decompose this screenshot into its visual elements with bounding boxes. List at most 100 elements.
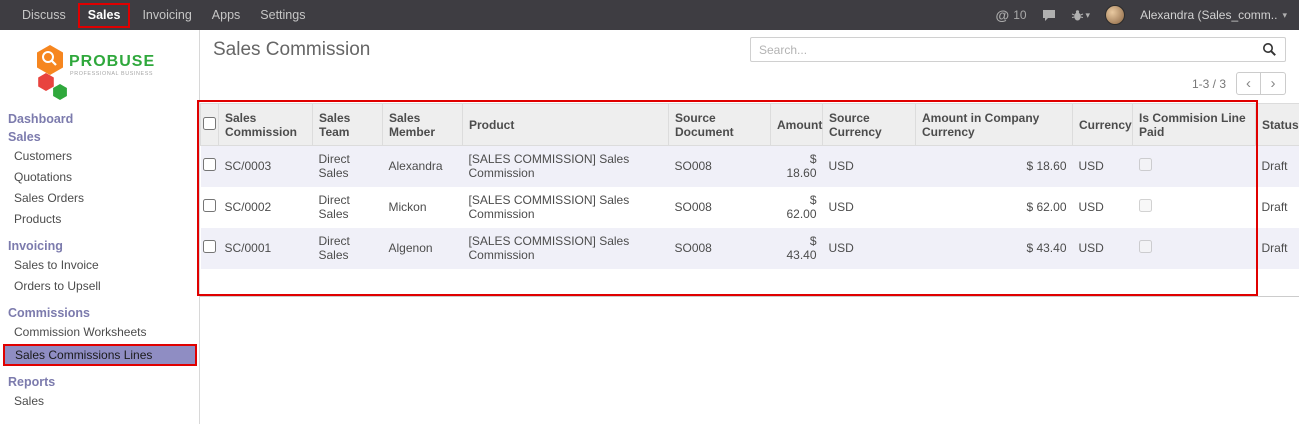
row-select-checkbox[interactable] — [203, 240, 216, 253]
search-icon[interactable] — [1258, 42, 1285, 57]
activity-counter[interactable]: @ 10 — [996, 7, 1027, 23]
logo-hexagon-green — [53, 84, 67, 100]
select-all-checkbox[interactable] — [203, 117, 216, 130]
column-header-paid[interactable]: Is Commision Line Paid — [1133, 104, 1256, 146]
top-menu-settings[interactable]: Settings — [250, 0, 315, 30]
cell-commission: SC/0001 — [219, 228, 313, 269]
commission-table: Sales CommissionSales TeamSales MemberPr… — [200, 103, 1299, 269]
top-menu-invoicing[interactable]: Invoicing — [132, 0, 201, 30]
user-avatar[interactable] — [1105, 5, 1125, 25]
chat-bubble-icon — [1042, 9, 1056, 22]
user-name: Alexandra (Sales_comm.. — [1140, 8, 1277, 22]
column-header-source_document[interactable]: Source Document — [669, 104, 771, 146]
cell-source_currency: USD — [823, 146, 916, 187]
sidebar: PROBUSE PROFESSIONAL BUSINESS DashboardS… — [0, 30, 200, 424]
select-all-header-cell — [201, 104, 219, 146]
cell-product: [SALES COMMISSION] Sales Commission — [463, 228, 669, 269]
topbar-menus: DiscussSalesInvoicingAppsSettings — [0, 0, 315, 30]
sidebar-nav: DashboardSalesCustomersQuotationsSales O… — [0, 110, 199, 412]
sidebar-item-products[interactable]: Products — [0, 209, 199, 230]
sidebar-item-sales[interactable]: Sales — [0, 128, 199, 146]
cell-currency: USD — [1073, 187, 1133, 228]
cell-amount_company: $ 43.40 — [916, 228, 1073, 269]
column-header-amount_company[interactable]: Amount in Company Currency — [916, 104, 1073, 146]
cell-commission: SC/0002 — [219, 187, 313, 228]
column-header-currency[interactable]: Currency — [1073, 104, 1133, 146]
cell-commission: SC/0003 — [219, 146, 313, 187]
table-header-row: Sales CommissionSales TeamSales MemberPr… — [201, 104, 1299, 146]
sidebar-item-sales-to-invoice[interactable]: Sales to Invoice — [0, 255, 199, 276]
page-title: Sales Commission — [213, 39, 370, 61]
column-header-source_currency[interactable]: Source Currency — [823, 104, 916, 146]
cell-member: Alexandra — [383, 146, 463, 187]
search-box — [750, 37, 1286, 62]
top-menu-sales[interactable]: Sales — [78, 3, 131, 28]
pager-next-button[interactable]: › — [1261, 72, 1286, 95]
column-header-commission[interactable]: Sales Commission — [219, 104, 313, 146]
cell-currency: USD — [1073, 228, 1133, 269]
cell-team: Direct Sales — [313, 187, 383, 228]
sidebar-item-commissions[interactable]: Commissions — [0, 304, 199, 322]
sidebar-item-reports[interactable]: Reports — [0, 373, 199, 391]
cell-amount_company: $ 62.00 — [916, 187, 1073, 228]
cell-source_document: SO008 — [669, 228, 771, 269]
table-row[interactable]: SC/0003Direct SalesAlexandra[SALES COMMI… — [201, 146, 1299, 187]
column-header-product[interactable]: Product — [463, 104, 669, 146]
column-header-amount[interactable]: Amount — [771, 104, 823, 146]
row-select-cell — [201, 228, 219, 269]
chevron-right-icon: › — [1271, 75, 1276, 92]
commission-list: Sales CommissionSales TeamSales MemberPr… — [200, 103, 1299, 297]
cell-status: Draft — [1256, 146, 1299, 187]
logo-title: PROBUSE — [69, 53, 155, 70]
row-select-cell — [201, 187, 219, 228]
cell-amount: $ 43.40 — [771, 228, 823, 269]
paid-checkbox — [1139, 240, 1152, 253]
top-navbar: DiscussSalesInvoicingAppsSettings @ 10 ▾… — [0, 0, 1299, 30]
row-select-checkbox[interactable] — [203, 199, 216, 212]
pager-previous-button[interactable]: ‹ — [1236, 72, 1261, 95]
sidebar-item-sales-orders[interactable]: Sales Orders — [0, 188, 199, 209]
row-select-checkbox[interactable] — [203, 158, 216, 171]
cell-amount_company: $ 18.60 — [916, 146, 1073, 187]
table-body: SC/0003Direct SalesAlexandra[SALES COMMI… — [201, 146, 1299, 269]
sidebar-item-customers[interactable]: Customers — [0, 146, 199, 167]
user-menu[interactable]: Alexandra (Sales_comm.. ▾ — [1140, 8, 1287, 22]
chevron-down-icon: ▾ — [1086, 10, 1091, 21]
paid-checkbox — [1139, 158, 1152, 171]
sidebar-item-sales[interactable]: Sales — [0, 391, 199, 412]
cell-team: Direct Sales — [313, 228, 383, 269]
mention-icon: @ — [996, 7, 1010, 23]
bug-icon — [1071, 9, 1084, 22]
sidebar-item-quotations[interactable]: Quotations — [0, 167, 199, 188]
logo-subtitle: PROFESSIONAL BUSINESS — [70, 71, 153, 77]
main-content: Sales Commission 1-3 / 3 ‹ › Sales Commi… — [200, 30, 1299, 424]
chevron-down-icon: ▾ — [1282, 10, 1287, 21]
column-header-team[interactable]: Sales Team — [313, 104, 383, 146]
cell-status: Draft — [1256, 228, 1299, 269]
debug-menu-button[interactable]: ▾ — [1071, 9, 1091, 22]
top-menu-discuss[interactable]: Discuss — [12, 0, 76, 30]
search-input[interactable] — [751, 43, 1258, 57]
table-row[interactable]: SC/0002Direct SalesMickon[SALES COMMISSI… — [201, 187, 1299, 228]
table-row[interactable]: SC/0001Direct SalesAlgenon[SALES COMMISS… — [201, 228, 1299, 269]
cell-paid — [1133, 187, 1256, 228]
cell-amount: $ 18.60 — [771, 146, 823, 187]
sidebar-item-commission-worksheets[interactable]: Commission Worksheets — [0, 322, 199, 343]
cell-member: Algenon — [383, 228, 463, 269]
probuse-logo[interactable]: PROBUSE PROFESSIONAL BUSINESS — [34, 44, 166, 102]
cell-paid — [1133, 228, 1256, 269]
column-header-member[interactable]: Sales Member — [383, 104, 463, 146]
cell-source_document: SO008 — [669, 146, 771, 187]
list-footer-space — [200, 269, 1299, 297]
column-header-status[interactable]: Status — [1256, 104, 1299, 146]
top-menu-apps[interactable]: Apps — [202, 0, 251, 30]
cell-currency: USD — [1073, 146, 1133, 187]
sidebar-item-dashboard[interactable]: Dashboard — [0, 110, 199, 128]
cell-paid — [1133, 146, 1256, 187]
sidebar-item-invoicing[interactable]: Invoicing — [0, 237, 199, 255]
messages-button[interactable] — [1042, 9, 1056, 22]
sidebar-item-sales-commissions-lines[interactable]: Sales Commissions Lines — [3, 344, 197, 366]
cell-member: Mickon — [383, 187, 463, 228]
cell-team: Direct Sales — [313, 146, 383, 187]
sidebar-item-orders-to-upsell[interactable]: Orders to Upsell — [0, 276, 199, 297]
